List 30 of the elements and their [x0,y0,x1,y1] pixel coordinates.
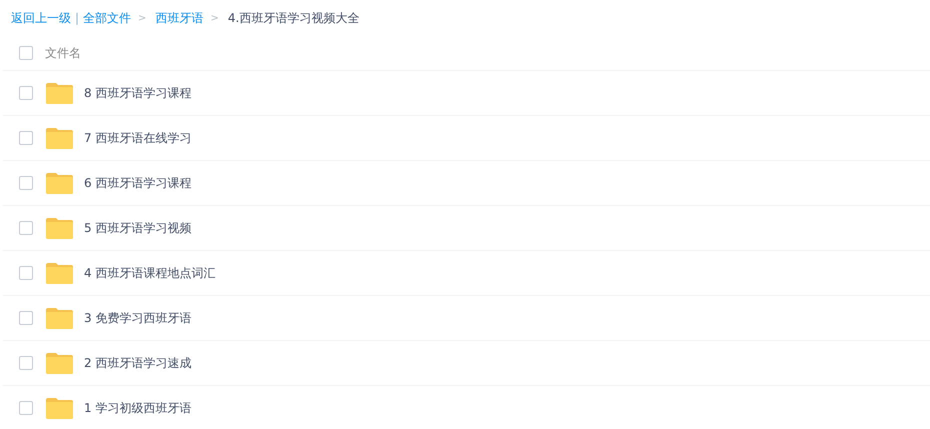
checkbox[interactable] [19,46,33,60]
folder-icon [46,308,73,328]
folder-name[interactable]: 3 免费学习西班牙语 [84,309,192,327]
column-header: 文件名 [45,45,81,62]
folder-name[interactable]: 4 西班牙语课程地点词汇 [84,264,216,282]
checkbox[interactable] [19,401,33,415]
chevron: > [138,12,146,26]
folder-name[interactable]: 6 西班牙语学习课程 [84,174,192,192]
folder-icon [46,128,73,148]
folder-icon [46,352,73,374]
folder-name[interactable]: 2 西班牙语学习速成 [84,354,192,372]
checkbox[interactable] [19,221,33,235]
checkbox[interactable] [19,131,33,145]
folder-icon [46,398,73,418]
folder-name[interactable]: 5 西班牙语学习视频 [84,219,192,237]
chevron: > [210,12,219,26]
folder-icon [46,172,73,194]
folder-icon [46,262,73,284]
folder-icon [46,82,73,104]
breadcrumb-current: 4.西班牙语学习视频大全 [228,10,360,27]
checkbox[interactable] [19,356,33,370]
checkbox[interactable] [19,311,33,325]
folder-icon [46,218,73,238]
checkbox[interactable] [19,266,33,280]
checkbox[interactable] [19,176,33,190]
separator: | [75,10,80,27]
checkbox[interactable] [19,86,33,100]
folder-name[interactable]: 1 学习初级西班牙语 [84,399,192,417]
folder-name[interactable]: 8 西班牙语学习课程 [84,84,192,102]
folder-name[interactable]: 7 西班牙语在线学习 [84,129,192,147]
